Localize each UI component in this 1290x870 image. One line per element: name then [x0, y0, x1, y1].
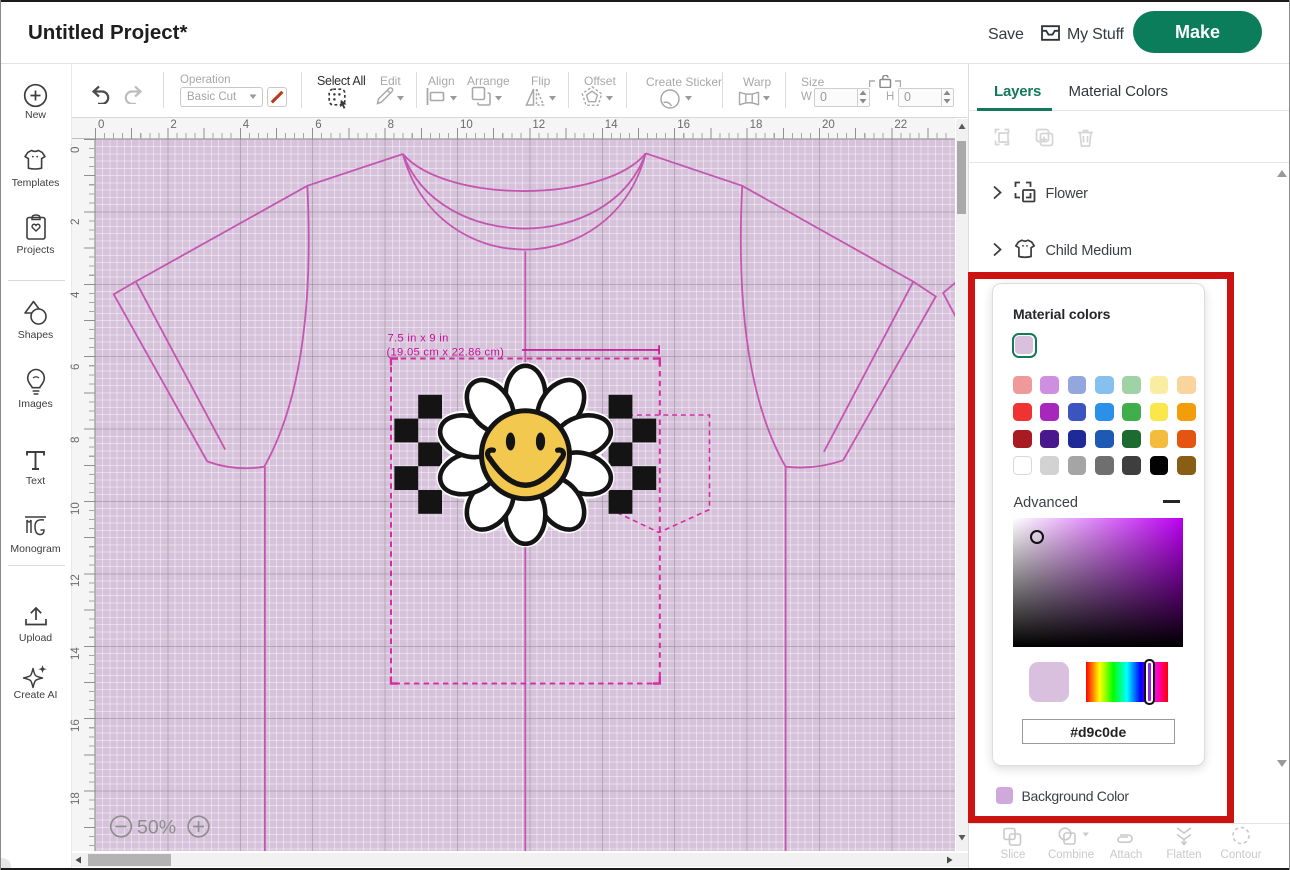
svg-text:Contour: Contour: [1221, 849, 1262, 861]
svg-text:Combine: Combine: [1048, 849, 1094, 861]
svg-text:Flatten: Flatten: [1166, 849, 1201, 861]
svg-text:Attach: Attach: [1110, 849, 1143, 861]
svg-text:7.5 in x 9 in: 7.5 in x 9 in: [387, 332, 448, 344]
svg-text:50%: 50%: [137, 817, 176, 839]
svg-text:Slice: Slice: [1001, 849, 1026, 861]
svg-text:(19.05 cm x 22.86 cm): (19.05 cm x 22.86 cm): [386, 346, 504, 358]
